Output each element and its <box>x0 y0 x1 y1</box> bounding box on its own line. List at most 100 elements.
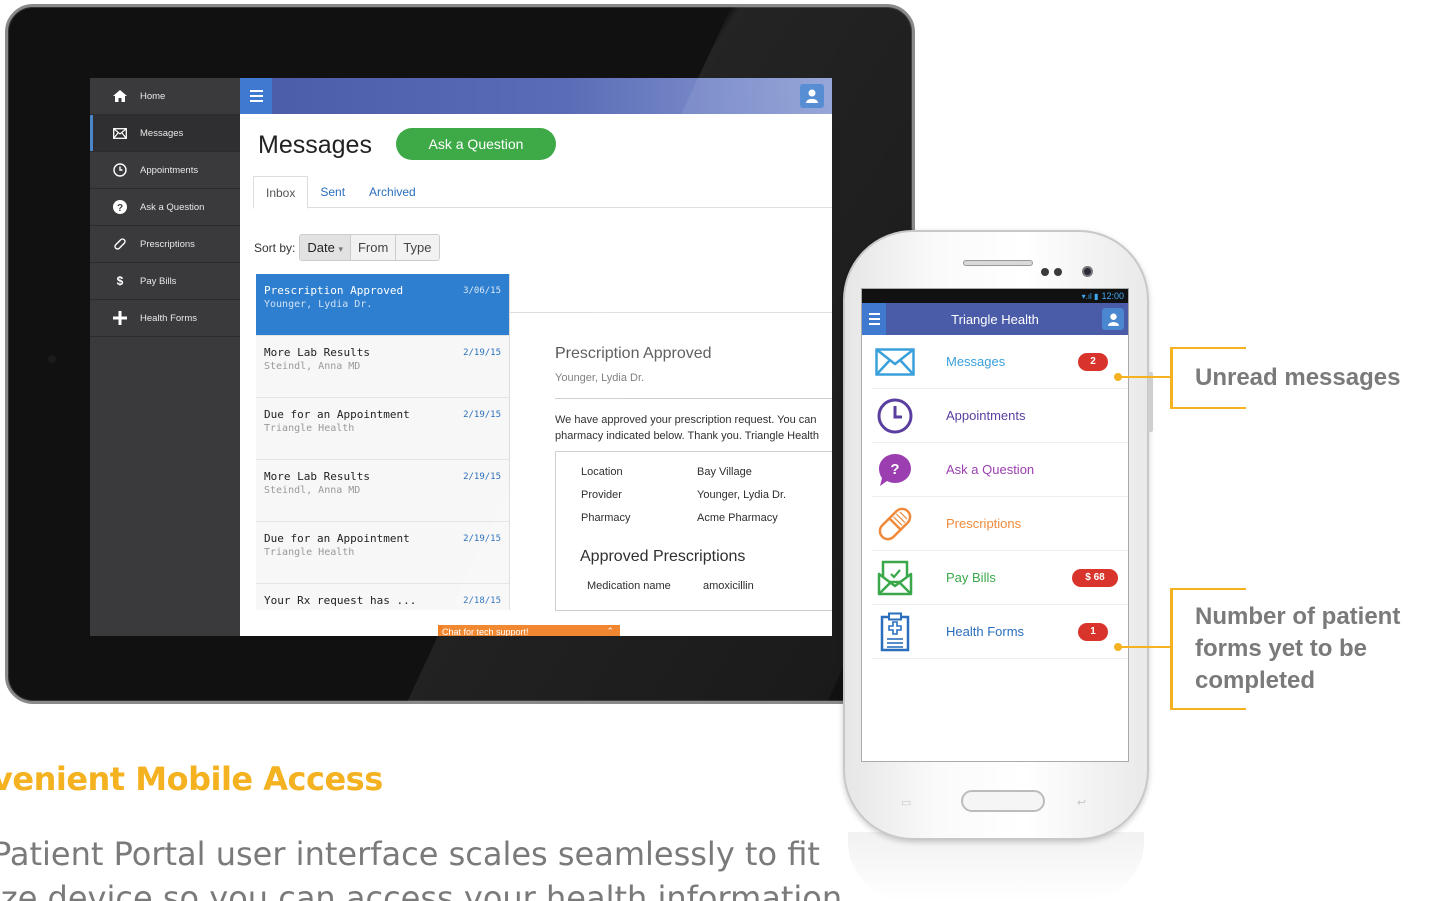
question-icon: ? <box>112 200 128 214</box>
detail-body-line: pharmacy indicated below. Thank you. Tri… <box>555 430 819 442</box>
tablet-device: Home Messages Appointments ? Ask a Quest… <box>5 4 915 704</box>
phone-item-label: Prescriptions <box>946 516 1022 531</box>
phone-item-appointments[interactable]: Appointments <box>872 389 1128 443</box>
pill-icon <box>872 504 918 544</box>
message-date: 2/19/15 <box>463 472 501 482</box>
detail-divider <box>510 312 832 313</box>
phone-item-label: Health Forms <box>946 624 1025 639</box>
message-row[interactable]: Due for an Appointment Triangle Health 2… <box>256 398 509 460</box>
page-title: Messages <box>258 131 372 159</box>
status-bar: ▾.ıl ▮ 12:00 <box>862 289 1128 303</box>
sort-from-button[interactable]: From <box>350 235 397 260</box>
marketing-heading: venient Mobile Access <box>0 760 383 798</box>
medication-key: Medication name <box>587 580 671 592</box>
tab-archived[interactable]: Archived <box>357 176 428 208</box>
sidebar-item-label: Messages <box>140 127 184 139</box>
ask-a-question-button[interactable]: Ask a Question <box>396 128 556 160</box>
sort-date-button[interactable]: Date ▾ <box>300 235 351 260</box>
sidebar-item-label: Pay Bills <box>140 275 177 287</box>
phone-item-health-forms[interactable]: Health Forms 1 <box>872 605 1128 659</box>
status-time: 12:00 <box>1101 291 1124 301</box>
message-date: 3/06/15 <box>463 286 501 296</box>
message-date: 2/19/15 <box>463 534 501 544</box>
phone-camera <box>1082 266 1093 277</box>
sidebar-item-label: Appointments <box>140 164 199 176</box>
forms-callout-line: forms yet to be <box>1195 635 1368 662</box>
message-row[interactable]: Your Rx request has ... 2/18/15 <box>256 584 509 610</box>
phone-item-label: Messages <box>946 354 1006 369</box>
message-date: 2/18/15 <box>463 596 501 606</box>
phone-item-label: Pay Bills <box>946 570 996 585</box>
phone-item-ask-a-question[interactable]: ? Ask a Question <box>872 443 1128 497</box>
unread-count-badge: 2 <box>1078 352 1108 371</box>
phone-item-pay-bills[interactable]: Pay Bills $ 68 <box>872 551 1128 605</box>
signal-icon: ▾.ıl ▮ <box>1081 291 1099 301</box>
message-sender: Younger, Lydia Dr. <box>264 299 373 310</box>
sidebar-item-home[interactable]: Home <box>90 78 240 115</box>
hamburger-menu-icon[interactable] <box>862 303 886 335</box>
medication-value: amoxicillin <box>703 580 754 592</box>
chevron-up-icon: ⌃ <box>606 626 614 636</box>
phone-item-messages[interactable]: Messages 2 <box>872 335 1128 389</box>
approved-prescriptions-heading: Approved Prescriptions <box>580 548 746 565</box>
sort-type-button[interactable]: Type <box>396 235 439 260</box>
sort-date-label: Date <box>307 240 335 255</box>
phone-sensor <box>1054 268 1062 276</box>
bill-envelope-icon <box>872 558 918 598</box>
tab-inbox[interactable]: Inbox <box>253 176 309 209</box>
forms-callout: Number of patient forms yet to be comple… <box>1195 601 1400 697</box>
home-key-button[interactable] <box>961 790 1045 812</box>
phone-side-button[interactable] <box>1148 372 1153 432</box>
sidebar-item-prescriptions[interactable]: Prescriptions <box>90 226 240 263</box>
callout-tick <box>1170 407 1246 409</box>
svg-text:?: ? <box>117 203 123 214</box>
message-list: Prescription Approved Younger, Lydia Dr.… <box>256 274 510 610</box>
phone-item-prescriptions[interactable]: Prescriptions <box>872 497 1128 551</box>
message-tabs: Inbox Sent Archived <box>253 176 832 209</box>
detail-body: We have approved your prescription reque… <box>555 412 832 444</box>
envelope-icon <box>872 342 918 382</box>
message-row[interactable]: Prescription Approved Younger, Lydia Dr.… <box>256 274 509 336</box>
tab-sent[interactable]: Sent <box>308 176 357 208</box>
message-row[interactable]: More Lab Results Steindl, Anna MD 2/19/1… <box>256 460 509 522</box>
field-value: Acme Pharmacy <box>697 512 778 524</box>
phone-item-label: Appointments <box>946 408 1026 423</box>
user-profile-icon[interactable] <box>1102 308 1124 330</box>
message-sender: Triangle Health <box>264 547 355 558</box>
message-sender: Triangle Health <box>264 423 355 434</box>
menu-key-icon[interactable]: ▭ <box>901 796 911 809</box>
message-date: 2/19/15 <box>463 348 501 358</box>
message-row[interactable]: More Lab Results Steindl, Anna MD 2/19/1… <box>256 336 509 398</box>
forms-callout-line: Number of patient <box>1195 603 1401 630</box>
callout-line <box>1120 646 1172 648</box>
top-bar <box>240 78 832 114</box>
hamburger-menu-icon[interactable] <box>240 78 272 114</box>
sort-controls: Sort by: Date ▾ From Type <box>254 234 440 261</box>
sidebar-item-messages[interactable]: Messages <box>90 115 240 152</box>
forms-callout-line: completed <box>1195 667 1316 694</box>
pill-icon <box>112 237 128 251</box>
sort-label: Sort by: <box>254 240 296 255</box>
sidebar-item-pay-bills[interactable]: $ Pay Bills <box>90 263 240 300</box>
back-key-icon[interactable]: ↩ <box>1077 796 1086 809</box>
chat-support-bar[interactable]: Chat for tech support! ⌃ <box>438 625 620 636</box>
sidebar-item-ask-a-question[interactable]: ? Ask a Question <box>90 189 240 226</box>
phone-sensor <box>1041 268 1049 276</box>
sidebar-item-appointments[interactable]: Appointments <box>90 152 240 189</box>
user-profile-icon[interactable] <box>800 84 824 108</box>
unread-messages-callout: Unread messages <box>1195 364 1401 391</box>
marketing-body: Patient Portal user interface scales sea… <box>0 832 842 901</box>
message-row[interactable]: Due for an Appointment Triangle Health 2… <box>256 522 509 584</box>
detail-body-line: We have approved your prescription reque… <box>555 414 817 426</box>
sort-button-group: Date ▾ From Type <box>299 234 440 261</box>
sidebar-item-health-forms[interactable]: Health Forms <box>90 300 240 337</box>
sidebar-item-label: Home <box>140 90 166 102</box>
detail-title: Prescription Approved <box>555 345 712 362</box>
message-sender: Steindl, Anna MD <box>264 361 361 372</box>
sidebar: Home Messages Appointments ? Ask a Quest… <box>90 78 240 636</box>
svg-text:?: ? <box>890 461 899 478</box>
envelope-icon <box>112 126 128 140</box>
callout-line <box>1120 376 1172 378</box>
clock-icon <box>872 396 918 436</box>
sidebar-item-label: Health Forms <box>140 312 198 324</box>
